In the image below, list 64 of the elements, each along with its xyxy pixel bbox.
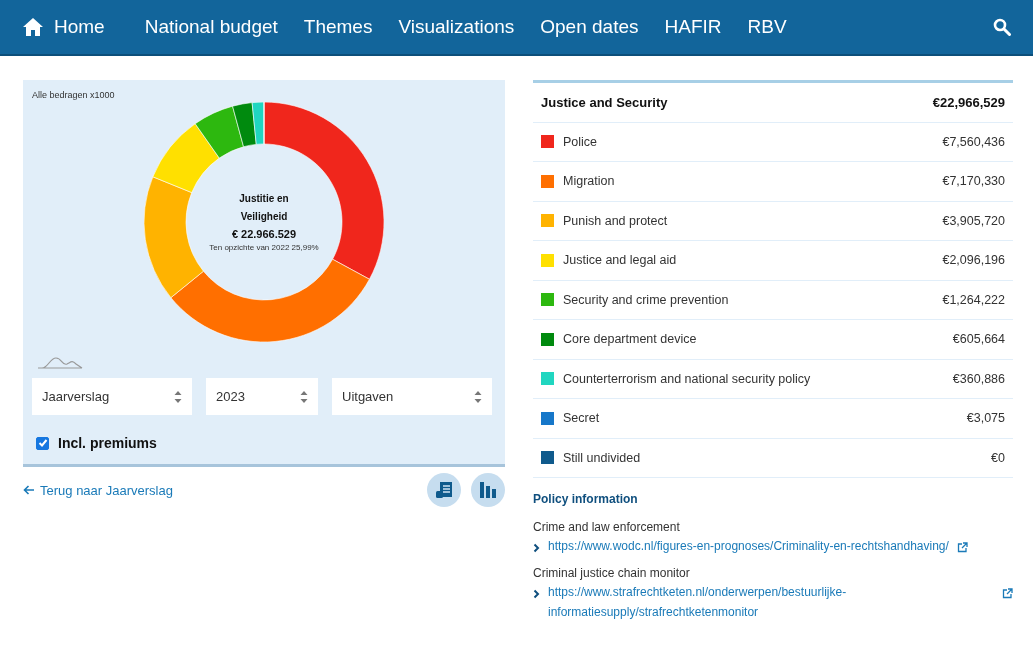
- amounts-note: Alle bedragen x1000: [32, 90, 116, 100]
- back-link[interactable]: Terug naar Jaarverslag: [23, 482, 173, 498]
- category-amount: €1,264,222: [942, 292, 1005, 307]
- total-amount: €22,966,529: [932, 94, 1005, 110]
- sort-arrows-icon: [474, 389, 482, 404]
- category-amount: €7,560,436: [942, 134, 1005, 149]
- checkbox[interactable]: [36, 436, 49, 450]
- center-amount: € 22.966.529: [230, 227, 298, 242]
- dropdown-select[interactable]: Uitgaven: [332, 378, 492, 415]
- chevron-icon: [533, 589, 540, 599]
- nav-link[interactable]: RBV: [747, 16, 787, 38]
- sort-arrows-icon: [174, 389, 182, 404]
- nav-link[interactable]: Open dates: [540, 16, 639, 38]
- category-label: Migration: [563, 174, 616, 189]
- donut-slice[interactable]: [144, 176, 204, 298]
- category-label: Core department device: [563, 332, 698, 347]
- category-label: Police: [563, 134, 599, 149]
- arrow-left-icon: [23, 485, 35, 495]
- bar-chart-icon: [479, 481, 497, 499]
- category-label: Still undivided: [563, 450, 642, 465]
- policy-heading: Policy information: [533, 492, 639, 506]
- category-amount: €2,096,196: [942, 253, 1005, 268]
- home-link[interactable]: Home: [22, 16, 105, 38]
- category-label: Justice and legal aid: [563, 253, 678, 268]
- table-view-button[interactable]: [427, 473, 461, 507]
- center-title: Justitie en Veiligheid: [238, 192, 290, 224]
- donut-slice[interactable]: [232, 102, 257, 148]
- category-amount: €605,664: [952, 332, 1005, 347]
- donut-slice[interactable]: [170, 258, 370, 342]
- category-label: Security and crime prevention: [563, 292, 730, 307]
- nav-link[interactable]: Visualizations: [398, 16, 515, 38]
- external-link-icon: [956, 542, 968, 553]
- category-amount: €0: [991, 450, 1005, 465]
- table-heading: Justice and Security: [541, 94, 668, 110]
- center-comparison: Ten opzichte van 2022 25,99%: [208, 243, 320, 252]
- category-amount: €360,886: [952, 371, 1005, 386]
- table-icon: [435, 481, 453, 499]
- policy-label: Crime and law enforcement: [533, 520, 681, 534]
- nav-link[interactable]: HAFIR: [664, 16, 722, 38]
- wave-icon: [36, 356, 84, 370]
- home-icon: [22, 17, 44, 37]
- search-icon[interactable]: [993, 18, 1011, 36]
- category-label: Secret: [563, 411, 601, 426]
- nav-link[interactable]: National budget: [144, 16, 278, 38]
- donut-slice[interactable]: [251, 102, 265, 145]
- donut-slice[interactable]: [194, 105, 244, 159]
- dropdown-select[interactable]: Jaarverslag: [32, 378, 192, 415]
- donut-slice[interactable]: [152, 123, 220, 193]
- nav-link[interactable]: Themes: [303, 16, 373, 38]
- chart-view-button[interactable]: [471, 473, 505, 507]
- policy-link[interactable]: https://www.strafrechtketen.nl/onderwerpen/bestuurlijke-informatiesupply/strafrechtketenmonitor: [548, 582, 994, 622]
- category-label: Counterterrorism and national security policy: [563, 371, 812, 386]
- dropdown-select[interactable]: 2023: [206, 378, 318, 415]
- sort-arrows-icon: [300, 389, 308, 404]
- category-amount: €3,075: [966, 411, 1005, 426]
- policy-link[interactable]: https://www.wodc.nl/figures-en-prognoses/Criminality-en-rechtshandhaving/: [548, 536, 949, 556]
- category-amount: €3,905,720: [942, 213, 1005, 228]
- category-label: Punish and protect: [563, 213, 669, 228]
- home-label: Home: [54, 16, 105, 38]
- checkbox-label: Incl. premiums: [58, 435, 157, 451]
- policy-label: Criminal justice chain monitor: [533, 566, 691, 580]
- category-amount: €7,170,330: [942, 174, 1005, 189]
- chevron-icon: [533, 543, 540, 553]
- external-link-icon: [1002, 588, 1013, 599]
